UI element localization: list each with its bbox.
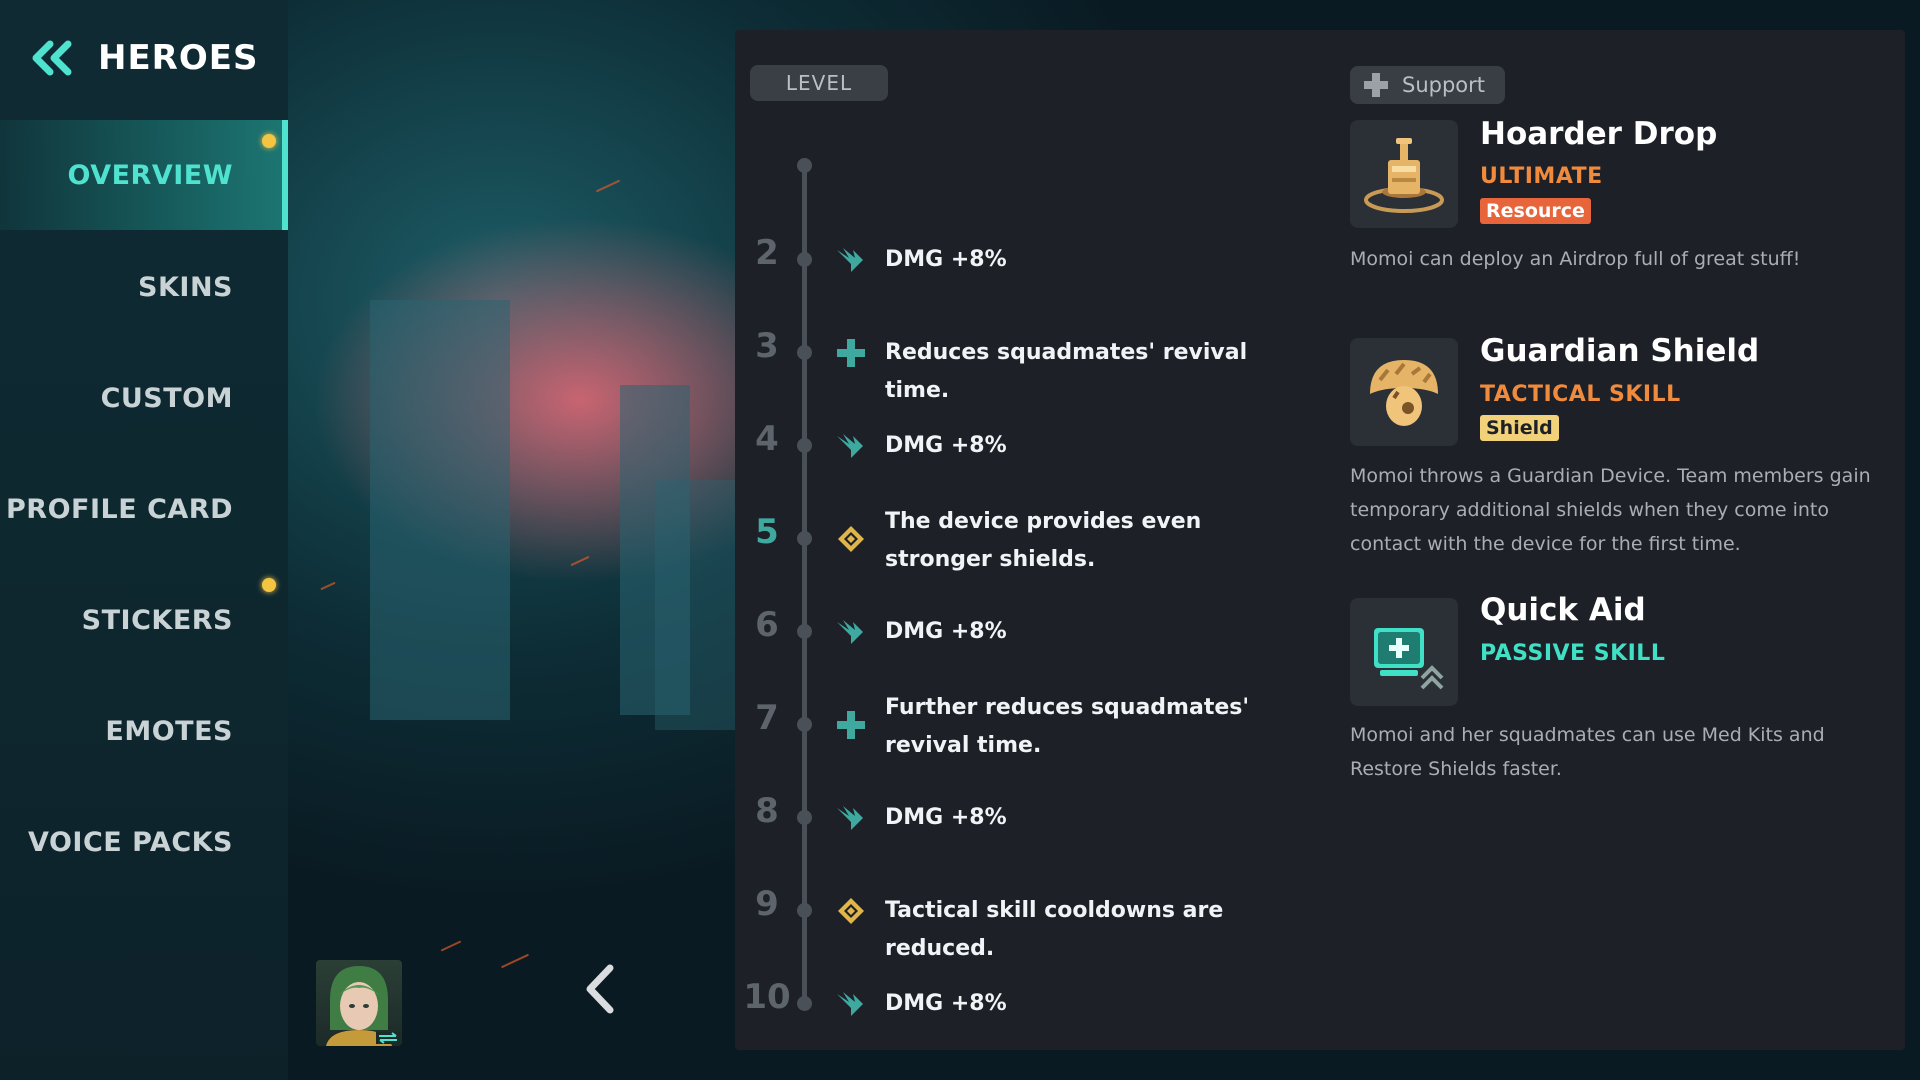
level-number: 7 — [755, 698, 779, 738]
hero-avatar-switch[interactable] — [316, 960, 402, 1046]
background-building — [370, 300, 510, 720]
diamond-icon — [838, 526, 864, 552]
skill-ultimate-tile[interactable] — [1350, 120, 1458, 228]
skill-passive-tile[interactable] — [1350, 598, 1458, 706]
level-perk: Tactical skill cooldowns are reduced. — [885, 898, 1224, 961]
background-ember — [500, 953, 530, 969]
timeline-dot — [797, 438, 812, 453]
timeline-dot — [797, 903, 812, 918]
sidebar-item-emotes[interactable]: EMOTES — [0, 676, 288, 786]
skill-name: Hoarder Drop — [1480, 116, 1718, 152]
sidebar-item-label: OVERVIEW — [67, 159, 233, 191]
plus-icon — [837, 711, 865, 739]
skill-description: Momoi and her squadmates can use Med Kit… — [1350, 724, 1825, 780]
sidebar-item-label: SKINS — [138, 271, 233, 303]
notification-dot — [262, 578, 276, 592]
wing-icon — [837, 248, 863, 272]
level-perk: DMG +8% — [885, 433, 1007, 458]
wing-icon — [837, 992, 863, 1016]
level-number: 8 — [755, 791, 779, 831]
timeline-dot — [797, 624, 812, 639]
hero-details-panel: LEVEL 2 DMG +8% 3 Reduces squadmates' re… — [735, 30, 1905, 1050]
level-number: 6 — [755, 605, 779, 645]
chevron-left-icon[interactable] — [580, 962, 620, 1016]
level-number: 10 — [743, 977, 791, 1017]
background-ember — [440, 940, 462, 952]
level-perk: DMG +8% — [885, 247, 1007, 272]
skill-type: PASSIVE SKILL — [1480, 641, 1666, 666]
background-ember — [595, 179, 621, 193]
skill-type: ULTIMATE — [1480, 164, 1603, 189]
diamond-icon — [838, 898, 864, 924]
medkit-icon — [1374, 628, 1444, 690]
level-header: LEVEL — [750, 65, 888, 101]
level-perk: DMG +8% — [885, 991, 1007, 1016]
sidebar-item-overview[interactable]: OVERVIEW — [0, 120, 288, 230]
timeline-dot — [797, 810, 812, 825]
page-title: HEROES — [98, 38, 259, 78]
sidebar-item-label: CUSTOM — [100, 382, 233, 414]
timeline-start-dot — [797, 158, 812, 173]
skill-description: Momoi throws a Guardian Device. Team mem… — [1350, 465, 1871, 555]
role-badge: Support — [1350, 66, 1505, 104]
timeline-dot — [797, 717, 812, 732]
skill-tactical-tile[interactable] — [1350, 338, 1458, 446]
airdrop-icon — [1364, 138, 1444, 213]
level-perk: Reduces squadmates' revival time. — [885, 340, 1248, 403]
notification-dot — [262, 134, 276, 148]
timeline-dot — [797, 996, 812, 1011]
background-ember — [320, 581, 336, 591]
skill-tag: Shield — [1480, 415, 1559, 441]
wing-icon — [837, 620, 863, 644]
timeline-dot — [797, 345, 812, 360]
timeline-dot — [797, 531, 812, 546]
level-number: 2 — [755, 233, 779, 273]
sidebar-item-label: EMOTES — [105, 715, 233, 747]
sidebar-item-custom[interactable]: CUSTOM — [0, 343, 288, 453]
skill-type: TACTICAL SKILL — [1480, 382, 1681, 407]
skill-tag: Resource — [1480, 198, 1591, 224]
sidebar-item-stickers[interactable]: STICKERS — [0, 565, 288, 675]
sidebar: HEROES OVERVIEW SKINS CUSTOM PROFILE CAR… — [0, 0, 288, 1080]
hero-portrait-icon — [326, 966, 400, 1046]
skill-name: Quick Aid — [1480, 592, 1646, 628]
plus-icon — [837, 339, 865, 367]
sidebar-item-voice-packs[interactable]: VOICE PACKS — [0, 787, 288, 897]
shield-device-icon — [1370, 360, 1438, 426]
level-perk: DMG +8% — [885, 805, 1007, 830]
background-building — [655, 480, 745, 730]
sidebar-header: HEROES — [28, 38, 258, 78]
sidebar-item-label: VOICE PACKS — [28, 826, 233, 858]
level-perk: DMG +8% — [885, 619, 1007, 644]
level-perk: Further reduces squadmates' revival time… — [885, 695, 1250, 758]
double-chevron-left-icon[interactable] — [28, 38, 76, 78]
wing-icon — [837, 434, 863, 458]
sidebar-item-label: PROFILE CARD — [6, 493, 233, 525]
skill-name: Guardian Shield — [1480, 333, 1760, 369]
sidebar-item-label: STICKERS — [81, 604, 233, 636]
sidebar-item-skins[interactable]: SKINS — [0, 232, 288, 342]
role-label: Support — [1402, 73, 1486, 97]
timeline-dot — [797, 252, 812, 267]
wing-icon — [837, 806, 863, 830]
skill-description: Momoi can deploy an Airdrop full of grea… — [1350, 248, 1801, 270]
level-number: 9 — [755, 884, 779, 924]
level-number: 5 — [755, 512, 779, 552]
background-ember — [570, 555, 590, 567]
sidebar-item-profile-card[interactable]: PROFILE CARD — [0, 454, 288, 564]
plus-icon — [1364, 73, 1388, 97]
level-perk: The device provides even stronger shield… — [885, 509, 1202, 572]
level-number: 3 — [755, 326, 779, 366]
level-number: 4 — [755, 419, 779, 459]
level-timeline — [802, 165, 807, 1005]
